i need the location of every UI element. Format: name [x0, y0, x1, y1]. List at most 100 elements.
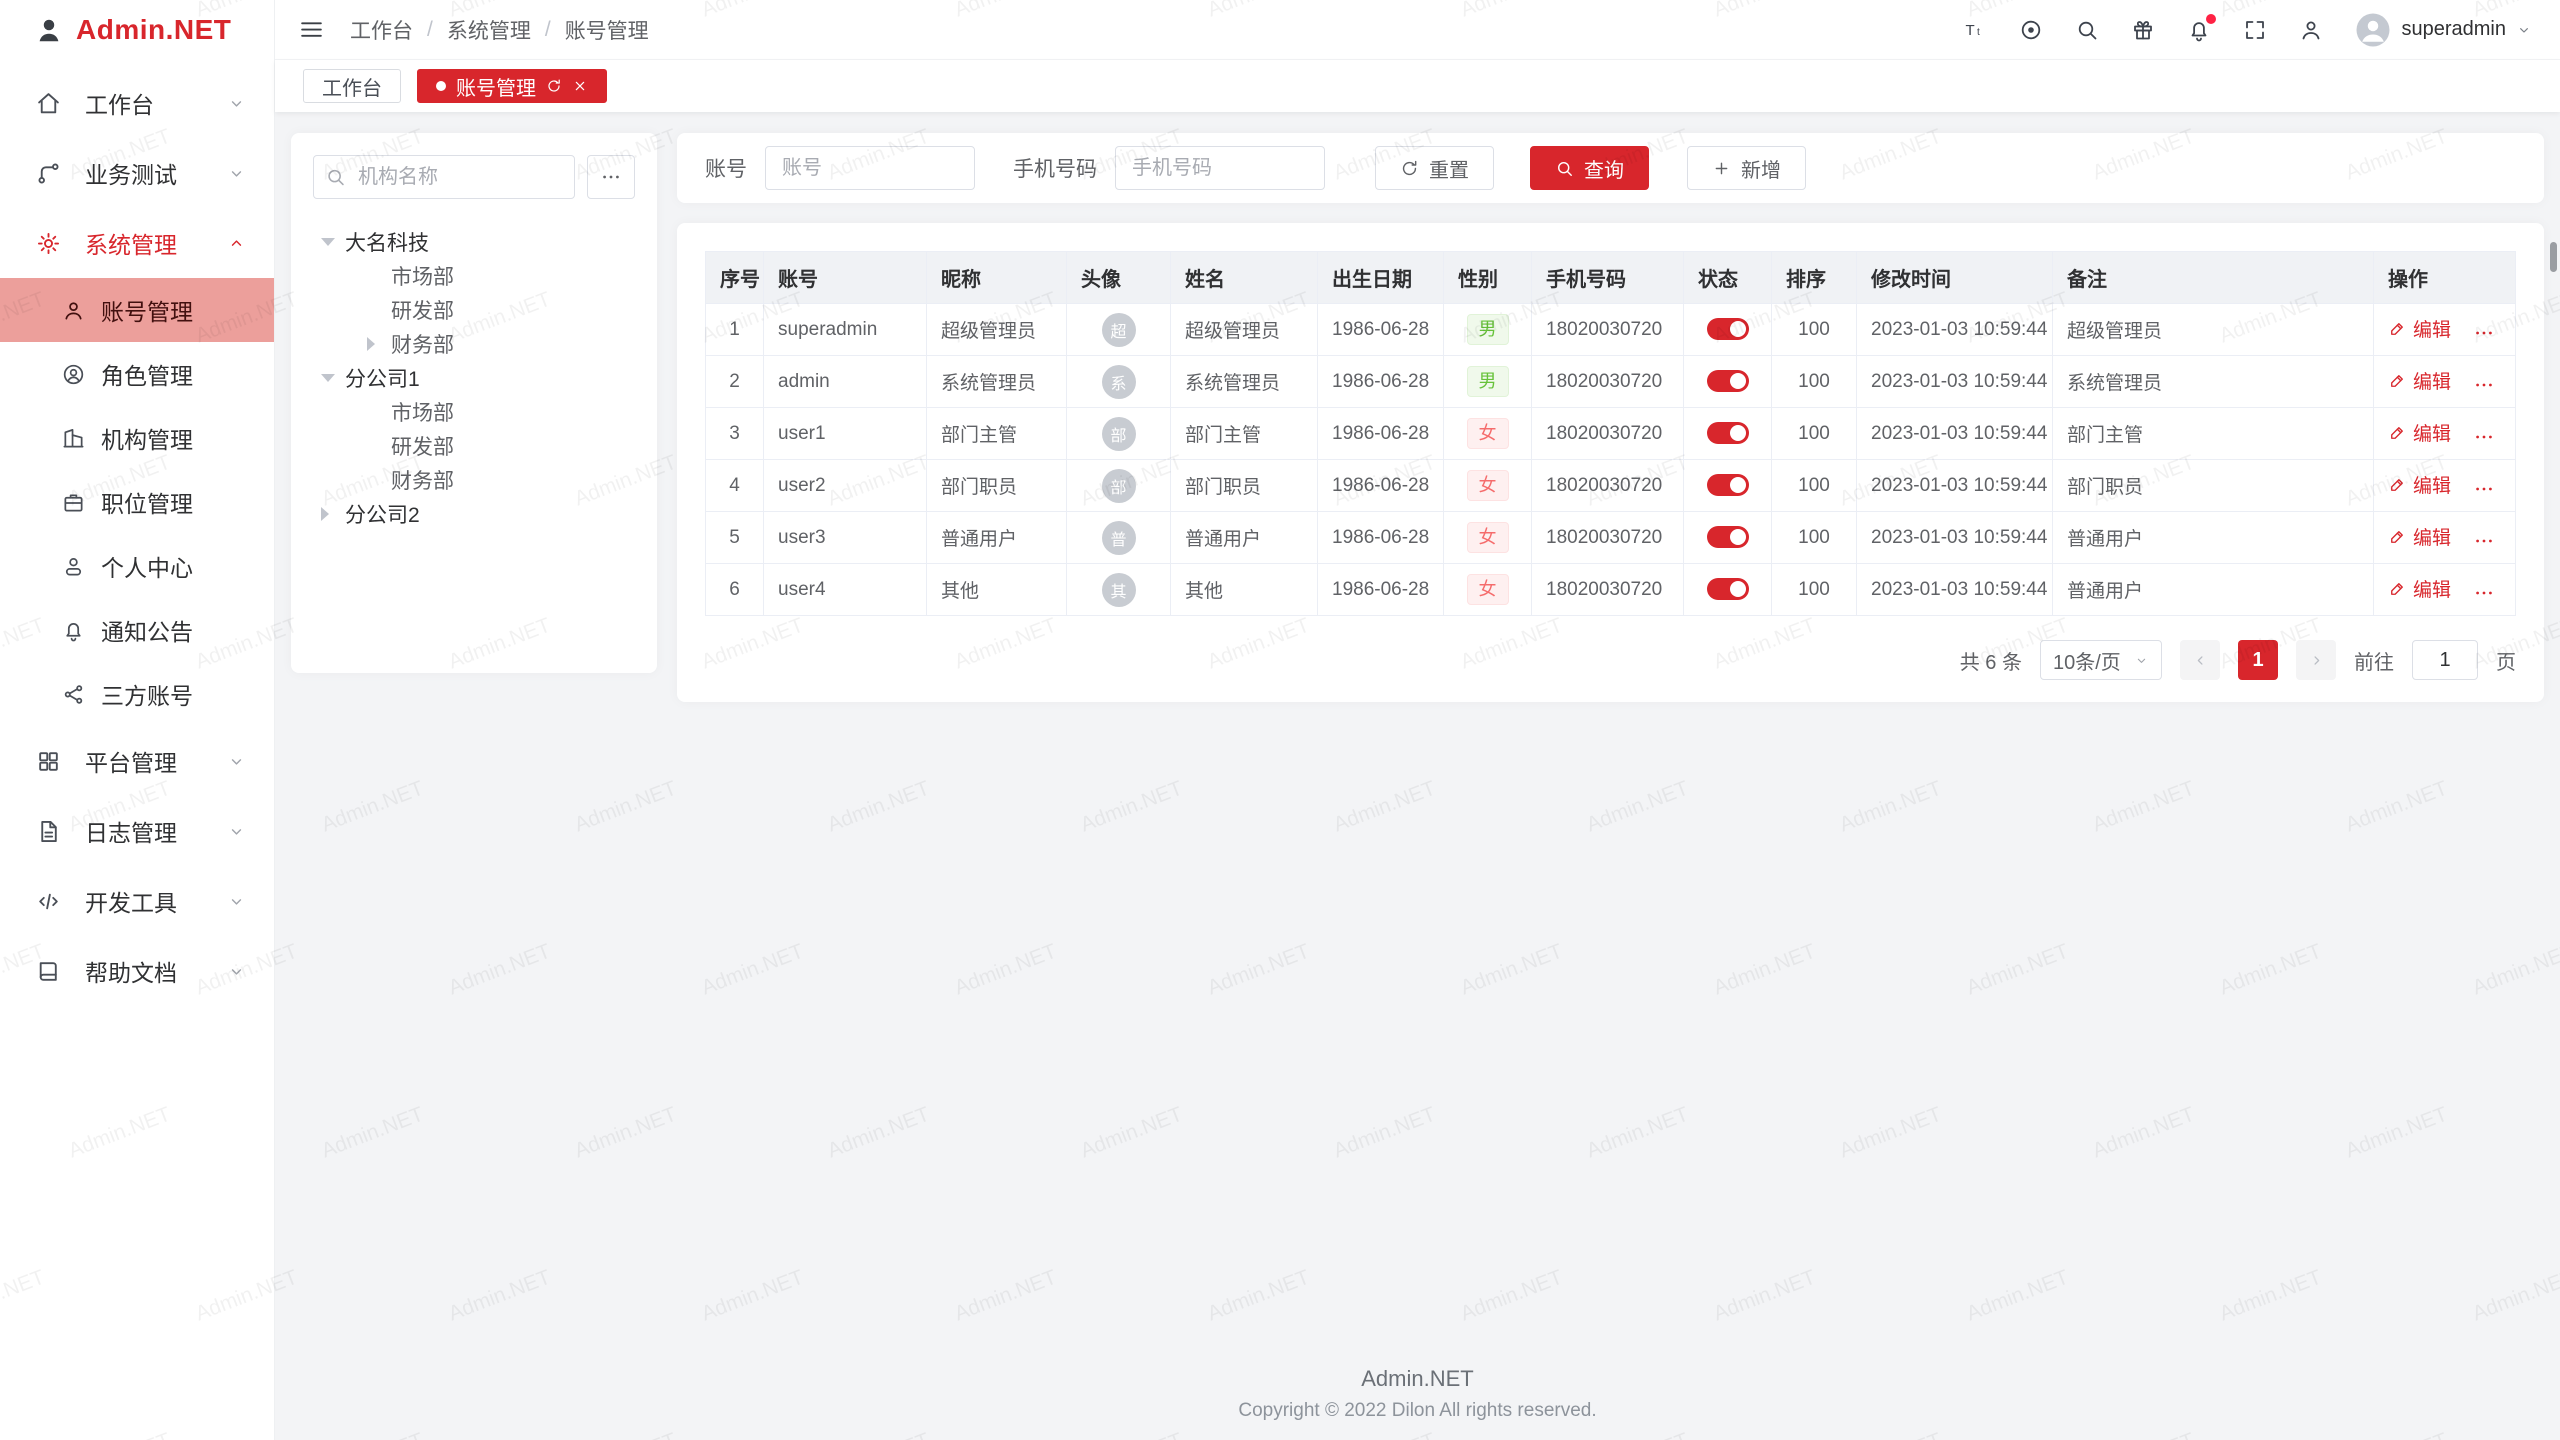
- topbar-icon-group: Tt: [1963, 18, 2323, 42]
- scrollbar-thumb[interactable]: [2550, 242, 2557, 272]
- more-actions-button[interactable]: [2473, 530, 2495, 552]
- sidebar-item-system[interactable]: 系统管理: [0, 208, 274, 278]
- tree-node[interactable]: 市场部: [313, 395, 635, 429]
- logo[interactable]: Admin.NET: [0, 0, 274, 60]
- sidebar-item-help-docs[interactable]: 帮助文档: [0, 936, 274, 1006]
- chevron-up-icon: [227, 234, 246, 253]
- cell-order: 100: [1772, 564, 1857, 616]
- breadcrumb-separator: /: [545, 18, 551, 42]
- cell-birth-date: 1986-06-28: [1318, 304, 1444, 356]
- breadcrumb-item[interactable]: 工作台: [350, 15, 413, 45]
- sidebar-item-platform[interactable]: 平台管理: [0, 726, 274, 796]
- sidebar-item-notice[interactable]: 通知公告: [0, 598, 274, 662]
- gift-icon[interactable]: [2131, 18, 2155, 42]
- page-size-value: 10条/页: [2053, 646, 2121, 675]
- sidebar-item-log[interactable]: 日志管理: [0, 796, 274, 866]
- cell-account: user1: [764, 408, 927, 460]
- sidebar-item-biz-test[interactable]: 业务测试: [0, 138, 274, 208]
- tree-node[interactable]: 研发部: [313, 429, 635, 463]
- page-size-select[interactable]: 10条/页: [2040, 640, 2162, 680]
- search-button[interactable]: 查询: [1530, 146, 1649, 190]
- edit-button[interactable]: 编辑: [2388, 523, 2451, 550]
- cell-actions: 编辑: [2374, 460, 2516, 512]
- prev-page-button[interactable]: [2180, 640, 2220, 680]
- tree-node[interactable]: 研发部: [313, 293, 635, 327]
- status-toggle[interactable]: [1707, 318, 1749, 340]
- column-header: 性别: [1444, 252, 1532, 304]
- chevron-right-icon: [2308, 652, 2325, 669]
- goto-page-input[interactable]: [2412, 640, 2478, 680]
- breadcrumb-item[interactable]: 账号管理: [565, 15, 649, 45]
- edit-button[interactable]: 编辑: [2388, 575, 2451, 602]
- user-icon[interactable]: [2299, 18, 2323, 42]
- sidebar-item-workbench[interactable]: 工作台: [0, 68, 274, 138]
- fullscreen-icon[interactable]: [2243, 18, 2267, 42]
- status-toggle[interactable]: [1707, 422, 1749, 444]
- status-toggle[interactable]: [1707, 578, 1749, 600]
- tree-node[interactable]: 财务部: [313, 463, 635, 497]
- refresh-icon[interactable]: [546, 78, 562, 94]
- search-icon[interactable]: [2075, 18, 2099, 42]
- accounts-table-card: 序号账号昵称头像姓名出生日期性别手机号码状态排序修改时间备注操作 1 super…: [677, 223, 2544, 702]
- sidebar-item-devtools[interactable]: 开发工具: [0, 866, 274, 936]
- sidebar-item-personal[interactable]: 个人中心: [0, 534, 274, 598]
- edit-button[interactable]: 编辑: [2388, 315, 2451, 342]
- org-more-button[interactable]: [587, 155, 635, 199]
- more-actions-button[interactable]: [2473, 582, 2495, 604]
- breadcrumb-item[interactable]: 系统管理: [447, 15, 531, 45]
- avatar: [2355, 12, 2391, 48]
- sidebar-item-org[interactable]: 机构管理: [0, 406, 274, 470]
- sidebar-item-account[interactable]: 账号管理: [0, 278, 274, 342]
- tree-node[interactable]: 财务部: [313, 327, 635, 361]
- account-input[interactable]: [765, 146, 975, 190]
- edit-button[interactable]: 编辑: [2388, 471, 2451, 498]
- menu-collapse-icon[interactable]: [299, 17, 324, 42]
- tree-node[interactable]: 分公司2: [313, 497, 635, 531]
- status-toggle[interactable]: [1707, 370, 1749, 392]
- edit-button[interactable]: 编辑: [2388, 367, 2451, 394]
- tab-workbench[interactable]: 工作台: [303, 69, 401, 103]
- next-page-button[interactable]: [2296, 640, 2336, 680]
- cell-status: [1684, 512, 1772, 564]
- share-icon: [62, 683, 85, 706]
- edit-icon: [2388, 372, 2406, 390]
- org-name-input[interactable]: [313, 155, 575, 199]
- tree-node[interactable]: 分公司1: [313, 361, 635, 395]
- doc-icon: [36, 819, 61, 844]
- tree-node-label: 研发部: [391, 295, 454, 325]
- tree-node[interactable]: 市场部: [313, 259, 635, 293]
- edit-button[interactable]: 编辑: [2388, 419, 2451, 446]
- cell-birth-date: 1986-06-28: [1318, 460, 1444, 512]
- status-toggle[interactable]: [1707, 526, 1749, 548]
- cell-avatar: 普: [1067, 512, 1171, 564]
- page-1-button[interactable]: 1: [2238, 640, 2278, 680]
- post-icon: [62, 491, 85, 514]
- avatar: 普: [1102, 521, 1136, 555]
- cell-gender: 女: [1444, 408, 1532, 460]
- sidebar-item-role[interactable]: 角色管理: [0, 342, 274, 406]
- user-menu[interactable]: superadmin: [2355, 12, 2532, 48]
- more-actions-button[interactable]: [2473, 426, 2495, 448]
- more-actions-button[interactable]: [2473, 322, 2495, 344]
- status-toggle[interactable]: [1707, 474, 1749, 496]
- more-actions-button[interactable]: [2473, 374, 2495, 396]
- cell-modified: 2023-01-03 10:59:44: [1857, 512, 2053, 564]
- add-button[interactable]: 新增: [1687, 146, 1806, 190]
- tree-node[interactable]: 大名科技: [313, 225, 635, 259]
- phone-input[interactable]: [1115, 146, 1325, 190]
- code-icon: [36, 889, 61, 914]
- bell-icon[interactable]: [2187, 18, 2211, 42]
- more-actions-button[interactable]: [2473, 478, 2495, 500]
- tab-bar: 工作台 账号管理: [275, 60, 2560, 112]
- cell-modified: 2023-01-03 10:59:44: [1857, 356, 2053, 408]
- reset-button[interactable]: 重置: [1375, 146, 1494, 190]
- tab-label: 工作台: [322, 72, 382, 101]
- tab-account[interactable]: 账号管理: [417, 69, 607, 103]
- gender-tag: 女: [1467, 574, 1509, 605]
- sidebar-item-post[interactable]: 职位管理: [0, 470, 274, 534]
- sidebar-item-third-account[interactable]: 三方账号: [0, 662, 274, 726]
- edit-icon: [2388, 580, 2406, 598]
- font-size-icon[interactable]: Tt: [1963, 18, 1987, 42]
- theme-icon[interactable]: [2019, 18, 2043, 42]
- close-icon[interactable]: [572, 78, 588, 94]
